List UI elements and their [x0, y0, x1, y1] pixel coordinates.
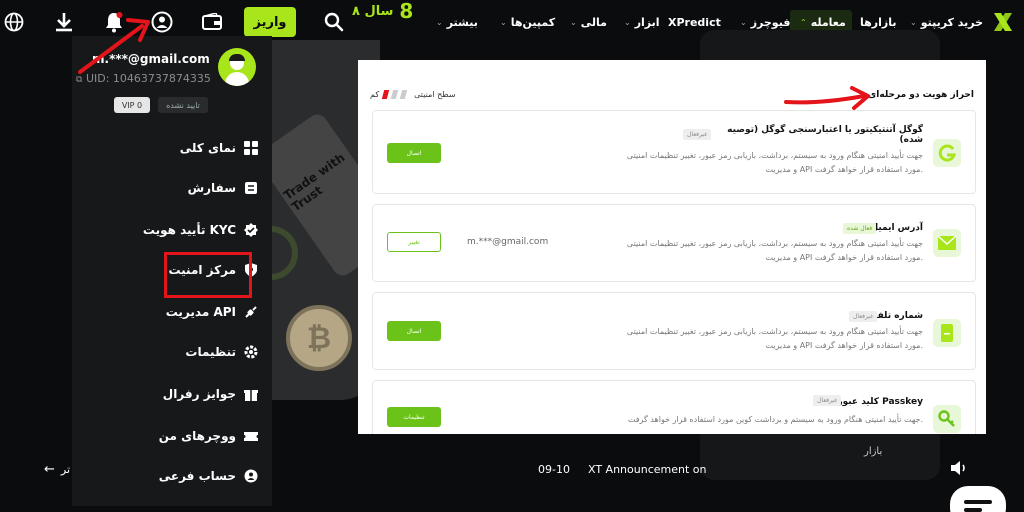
google-auth-card: گوگل آتنتیکیتور یا اعتبارسنجی گوگل (توصی… [372, 110, 976, 194]
status-badge: غیرفعال [849, 311, 878, 322]
api-icon [244, 305, 258, 319]
nav-campaigns[interactable]: ⌄ کمپین‌ها [496, 0, 555, 44]
nav-label: کمپین‌ها [510, 15, 556, 29]
anniversary-badge[interactable]: ۸ سال 8 [352, 0, 414, 23]
status-badge: غیرفعال [813, 395, 842, 406]
card-description: جهت تأیید امنیتی هنگام ورود به سیستم، بر… [626, 239, 923, 262]
menu-item-label: نمای کلی [179, 141, 236, 155]
security-level: کم سطح امنیتی [370, 90, 456, 99]
chat-line [964, 500, 992, 504]
card-title: کلید عبور یا Passkey [827, 397, 923, 407]
arrow-left-icon: ← [44, 461, 55, 477]
nav-label: خرید کریپتو [920, 15, 984, 29]
security-level-bar [399, 90, 408, 99]
connect-phone-button[interactable]: اتصال [387, 321, 441, 341]
gear-icon [244, 345, 258, 359]
status-badge: فعال شده [843, 223, 877, 234]
passkey-settings-button[interactable]: تنظیمات [387, 407, 441, 427]
menu-item-my-vouchers[interactable]: ووچرهای من [159, 424, 258, 448]
chat-support-button[interactable] [950, 486, 1006, 512]
gift-icon [244, 387, 258, 401]
menu-item-referral-rewards[interactable]: جوایز رفرال [163, 382, 258, 406]
kyc-status-badge: تایید نشده [158, 97, 208, 113]
menu-item-settings[interactable]: تنظیمات [185, 340, 258, 364]
card-title: آدرس ایمیل [870, 223, 923, 233]
security-level-bar [381, 90, 390, 99]
menu-item-overview[interactable]: نمای کلی [180, 136, 258, 160]
status-badge: غیرفعال [683, 129, 712, 140]
change-email-button[interactable]: تغییر [387, 232, 441, 252]
nav-label: XPredict [668, 15, 721, 29]
nav-tools[interactable]: ⌄ ابزار [620, 0, 660, 44]
two-factor-title: احراز هویت دو مرحله‌ای [868, 90, 974, 100]
bitcoin-coin-icon: ₿ [286, 305, 352, 371]
passkey-icon [933, 405, 961, 433]
market-label: بازار [864, 445, 883, 457]
menu-item-api-management[interactable]: مدیریت API [166, 300, 258, 324]
security-center-highlight-box [164, 252, 252, 298]
ticker-date: 09-10 [538, 462, 570, 476]
menu-item-sub-account[interactable]: حساب فرعی [159, 464, 258, 488]
verified-icon [244, 223, 258, 237]
avatar[interactable] [218, 48, 256, 86]
phone-icon [933, 319, 961, 347]
card-description: جهت تأیید امنیتی هنگام ورود به سیستم و ب… [627, 415, 923, 424]
security-level-bar [390, 90, 399, 99]
passkey-card: کلید عبور یا Passkey غیرفعال جهت تأیید ا… [372, 380, 976, 434]
phone-card: شماره تلفن غیرفعال جهت تأیید امنیتی هنگا… [372, 292, 976, 370]
card-title: گوگل آتنتیکیتور یا اعتبارسنجی گوگل (توصی… [727, 125, 923, 145]
speaker-icon [950, 460, 970, 476]
security-level-value: کم [370, 90, 380, 99]
menu-item-label: تأیید هویت KYC [142, 223, 236, 237]
email-icon [933, 229, 961, 257]
menu-item-label: حساب فرعی [158, 469, 236, 483]
globe-icon[interactable] [0, 8, 28, 36]
menu-item-label: مدیریت API [165, 305, 236, 319]
card-title: شماره تلفن [869, 311, 923, 321]
list-icon [244, 181, 258, 195]
announcement-ticker[interactable]: XT Announcement on [588, 460, 706, 478]
connect-google-auth-button[interactable]: اتصال [387, 143, 441, 163]
deposit-button[interactable]: واریز [244, 7, 296, 37]
nav-label: معامله [810, 15, 846, 29]
nav-label: فیوچرز [750, 15, 791, 29]
avatar-hair [229, 54, 245, 61]
menu-item-label: سفارش [187, 181, 236, 195]
menu-item-kyc[interactable]: تأیید هویت KYC [143, 218, 258, 242]
menu-item-orders[interactable]: سفارش [188, 176, 258, 200]
red-arrow-to-2fa-title [784, 86, 870, 110]
nav-label: بیشتر [446, 15, 478, 29]
nav-label: مالی [580, 15, 607, 29]
nav-more[interactable]: ⌄ بیشتر [432, 0, 478, 44]
card-description: جهت تأیید امنیتی هنگام ورود به سیستم، بر… [626, 151, 923, 174]
xt-logo-icon[interactable] [988, 0, 1018, 44]
avatar-body [225, 72, 249, 86]
google-auth-icon [933, 139, 961, 167]
ticket-icon [244, 429, 258, 443]
back-link[interactable]: ← تر [44, 460, 70, 478]
nav-label: ابزار [634, 15, 660, 29]
anniversary-eight-icon: 8 [399, 0, 414, 23]
red-arrow-to-user-icon [78, 18, 150, 74]
nav-label: بازارها [860, 15, 897, 29]
email-card: آدرس ایمیل فعال شده جهت تأیید امنیتی هنگ… [372, 204, 976, 282]
card-description: جهت تأیید امنیتی هنگام ورود به سیستم، بر… [626, 327, 923, 350]
security-panel: احراز هویت دو مرحله‌ای کم سطح امنیتی گوگ… [358, 60, 986, 434]
vip-badge: VIP 0 [114, 97, 150, 113]
sub-account-icon [244, 469, 258, 483]
search-icon[interactable] [320, 8, 348, 36]
menu-item-label: ووچرهای من [158, 429, 236, 443]
email-value: m.***@gmail.com [467, 237, 549, 247]
anniversary-label: ۸ سال [352, 3, 394, 19]
wallet-icon[interactable] [198, 8, 226, 36]
menu-item-label: جوایز رفرال [162, 387, 236, 401]
back-label: تر [60, 462, 71, 476]
nav-finance[interactable]: ⌄ مالی [566, 0, 607, 44]
menu-item-label: تنظیمات [185, 345, 236, 359]
grid-icon [244, 141, 258, 155]
security-level-label: سطح امنیتی [414, 90, 456, 99]
chat-line [964, 508, 982, 512]
